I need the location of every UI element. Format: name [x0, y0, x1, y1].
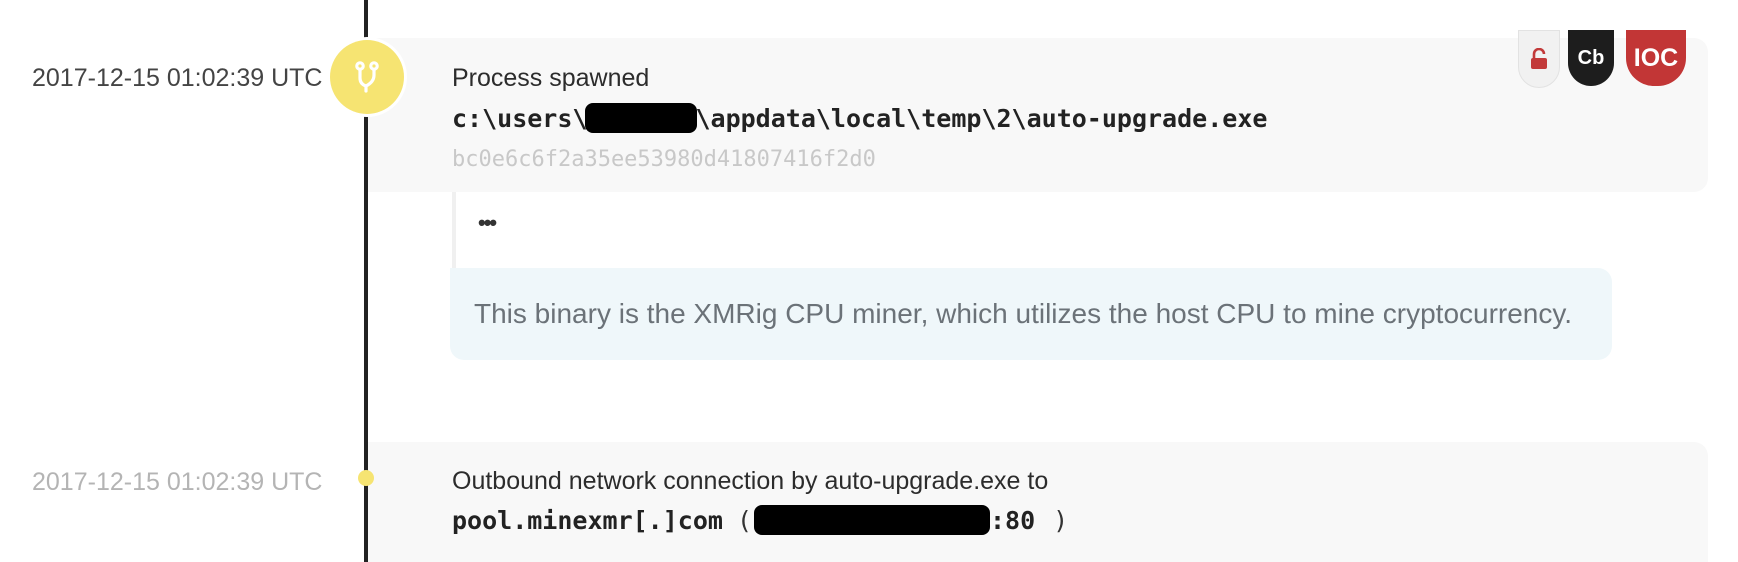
branch-icon: [330, 40, 404, 114]
close-paren: ): [1053, 505, 1069, 535]
destination-port: :80: [990, 505, 1036, 535]
expand-button[interactable]: •••: [478, 210, 497, 236]
process-path: c:\users\ \appdata\local\temp\2\auto-upg…: [452, 103, 1267, 133]
path-suffix: \appdata\local\temp\2\auto-upgrade.exe: [695, 103, 1268, 133]
process-hash[interactable]: bc0e6c6f2a35ee53980d41807416f2d0: [452, 147, 876, 172]
event-card-network[interactable]: [368, 442, 1708, 562]
redacted-ip: [754, 505, 990, 535]
ioc-badge[interactable]: IOC: [1626, 30, 1686, 86]
event-timestamp: 2017-12-15 01:02:39 UTC: [32, 64, 323, 92]
path-prefix: c:\users\: [452, 103, 588, 133]
analyst-note: This binary is the XMRig CPU miner, whic…: [450, 268, 1612, 360]
destination-host: pool.minexmr[.]com: [452, 505, 723, 535]
cb-badge[interactable]: Cb: [1568, 30, 1614, 86]
analyst-note-text: This binary is the XMRig CPU miner, whic…: [474, 298, 1573, 329]
open-paren: (: [736, 505, 752, 535]
event-details: •••: [452, 192, 1616, 268]
event-title: Outbound network connection by auto-upgr…: [452, 467, 1049, 495]
network-destination: pool.minexmr[.]com ( :80 ): [452, 505, 1068, 535]
timeline-node: [358, 470, 374, 486]
lock-icon[interactable]: [1518, 30, 1560, 88]
event-timestamp: 2017-12-15 01:02:39 UTC: [32, 468, 323, 496]
event-title: Process spawned: [452, 64, 650, 92]
redacted-username: [585, 103, 698, 133]
